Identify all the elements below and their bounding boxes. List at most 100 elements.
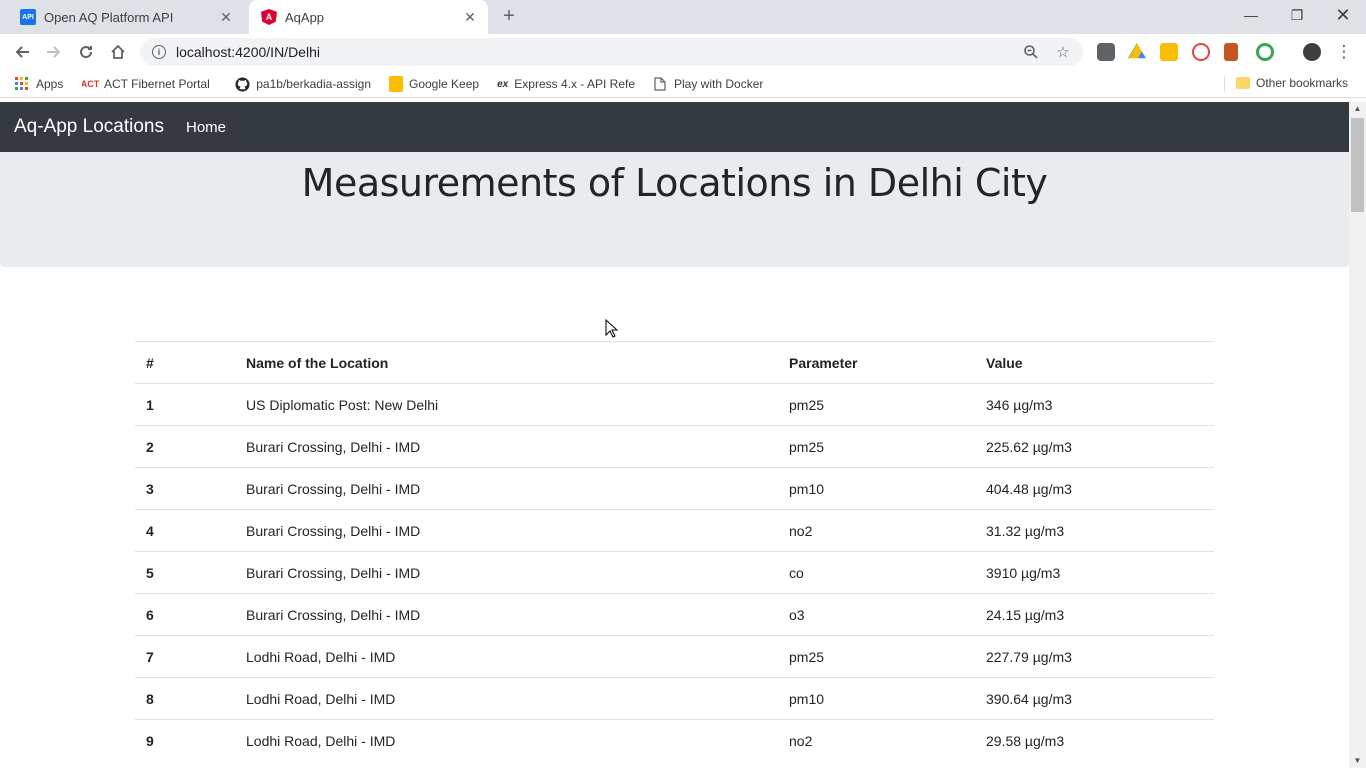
row-parameter: pm25: [778, 425, 975, 468]
tab-open-aq-api[interactable]: API Open AQ Platform API ✕: [8, 0, 244, 34]
measurements-table-wrapper: # Name of the Location Parameter Value 1…: [135, 341, 1214, 762]
table-row: 2 Burari Crossing, Delhi - IMD pm25 225.62 …: [135, 425, 1214, 468]
measurements-table: # Name of the Location Parameter Value 1…: [135, 341, 1214, 762]
row-value: 225.62 µg/m3: [975, 425, 1214, 468]
page-viewport: Aq-App Locations Home Measurements of Lo…: [0, 102, 1349, 768]
zoom-icon[interactable]: [1019, 40, 1043, 64]
app-navbar: Aq-App Locations Home: [0, 102, 1349, 152]
apps-grid-icon: [14, 76, 30, 92]
bookmark-github[interactable]: pa1b/berkadia-assign: [235, 76, 371, 92]
bookmark-label: Play with Docker: [674, 77, 764, 91]
tab-aqapp[interactable]: A AqApp ✕: [249, 0, 488, 34]
row-value: 29.58 µg/m3: [975, 719, 1214, 762]
home-icon[interactable]: [106, 40, 130, 64]
scroll-down-arrow-icon[interactable]: ▼: [1349, 754, 1366, 768]
row-location: Burari Crossing, Delhi - IMD: [235, 551, 778, 594]
row-parameter: no2: [778, 509, 975, 552]
bookmark-apps[interactable]: Apps: [14, 76, 63, 92]
row-index: 7: [135, 635, 235, 678]
row-index: 2: [135, 425, 235, 468]
new-tab-icon[interactable]: +: [498, 6, 520, 28]
row-location: US Diplomatic Post: New Delhi: [235, 383, 778, 426]
row-location: Burari Crossing, Delhi - IMD: [235, 509, 778, 552]
row-location: Burari Crossing, Delhi - IMD: [235, 467, 778, 510]
row-value: 31.32 µg/m3: [975, 509, 1214, 552]
bookmark-other[interactable]: Other bookmarks: [1236, 76, 1348, 90]
header-parameter: Parameter: [778, 341, 975, 384]
page-icon: [652, 76, 668, 92]
row-location: Lodhi Road, Delhi - IMD: [235, 677, 778, 720]
row-value: 24.15 µg/m3: [975, 593, 1214, 636]
express-icon: ex: [497, 78, 509, 90]
row-index: 9: [135, 719, 235, 762]
github-icon: [235, 76, 250, 92]
angular-favicon-icon: A: [261, 9, 277, 25]
extension-yellow-icon[interactable]: [1160, 43, 1178, 61]
row-parameter: co: [778, 551, 975, 594]
row-parameter: pm25: [778, 383, 975, 426]
browser-toolbar: i localhost:4200/IN/Delhi ☆ ⋮: [0, 34, 1366, 70]
row-location: Burari Crossing, Delhi - IMD: [235, 425, 778, 468]
row-location: Burari Crossing, Delhi - IMD: [235, 593, 778, 636]
row-index: 5: [135, 551, 235, 594]
bookmarks-divider: [1224, 76, 1225, 92]
bookmark-label: pa1b/berkadia-assign: [256, 77, 371, 91]
row-index: 8: [135, 677, 235, 720]
mouse-cursor-icon: [605, 319, 619, 338]
row-index: 3: [135, 467, 235, 510]
bookmark-label: Other bookmarks: [1256, 76, 1349, 90]
folder-icon: [1236, 77, 1250, 89]
extension-shield-icon[interactable]: [1097, 43, 1115, 61]
maximize-icon[interactable]: ❐: [1274, 0, 1320, 30]
navbar-brand[interactable]: Aq-App Locations: [14, 116, 164, 138]
bookmark-play-with-docker[interactable]: Play with Docker: [652, 76, 763, 92]
bookmark-google-keep[interactable]: Google Keep: [389, 76, 479, 92]
table-row: 9 Lodhi Road, Delhi - IMD no2 29.58 µg/m3: [135, 719, 1214, 762]
row-parameter: pm10: [778, 467, 975, 510]
row-index: 6: [135, 593, 235, 636]
tab-title: AqApp: [285, 9, 325, 25]
table-header-row: # Name of the Location Parameter Value: [135, 341, 1214, 384]
row-parameter: pm10: [778, 677, 975, 720]
close-tab-icon[interactable]: ✕: [460, 9, 480, 26]
bookmark-act-fibernet[interactable]: ACT ACT Fibernet Portal |: [82, 76, 214, 92]
row-location: Lodhi Road, Delhi - IMD: [235, 719, 778, 762]
forward-icon[interactable]: [42, 40, 66, 64]
table-row: 4 Burari Crossing, Delhi - IMD no2 31.32 µg…: [135, 509, 1214, 552]
bookmark-label: Google Keep: [409, 77, 480, 91]
page-title: Measurements of Locations in Delhi City: [301, 161, 1048, 205]
minimize-icon[interactable]: —: [1228, 0, 1274, 30]
site-info-icon[interactable]: i: [152, 45, 166, 59]
extension-blocker-icon[interactable]: [1192, 43, 1210, 61]
table-row: 3 Burari Crossing, Delhi - IMD pm10 404.48 …: [135, 467, 1214, 510]
extension-circle-icon[interactable]: [1256, 43, 1274, 61]
reload-icon[interactable]: [74, 40, 98, 64]
bookmark-express[interactable]: ex Express 4.x - API Refe: [497, 76, 635, 92]
scroll-thumb[interactable]: [1351, 118, 1364, 212]
page-scrollbar[interactable]: ▲ ▼: [1349, 102, 1366, 768]
bookmark-label: Express 4.x - API Refe: [514, 77, 635, 91]
close-tab-icon[interactable]: ✕: [216, 9, 236, 26]
scroll-up-arrow-icon[interactable]: ▲: [1349, 102, 1366, 116]
row-value: 390.64 µg/m3: [975, 677, 1214, 720]
header-value: Value: [975, 341, 1214, 384]
google-drive-icon[interactable]: [1128, 43, 1146, 59]
office-icon[interactable]: [1224, 43, 1238, 61]
nav-home-link[interactable]: Home: [186, 119, 226, 136]
bookmark-star-icon[interactable]: ☆: [1051, 40, 1075, 64]
row-value: 227.79 µg/m3: [975, 635, 1214, 678]
act-icon: ACT: [82, 79, 100, 89]
close-window-icon[interactable]: ✕: [1320, 0, 1366, 30]
profile-avatar[interactable]: [1303, 43, 1321, 61]
tab-strip: API Open AQ Platform API ✕ A AqApp ✕ + —…: [0, 0, 1366, 34]
row-parameter: pm25: [778, 635, 975, 678]
row-parameter: no2: [778, 719, 975, 762]
menu-kebab-icon[interactable]: ⋮: [1332, 40, 1356, 64]
table-row: 1 US Diplomatic Post: New Delhi pm25 346 µg…: [135, 383, 1214, 426]
url-text[interactable]: localhost:4200/IN/Delhi: [176, 44, 1019, 60]
back-icon[interactable]: [10, 40, 34, 64]
table-row: 6 Burari Crossing, Delhi - IMD o3 24.15 µg/…: [135, 593, 1214, 636]
bookmarks-bar: Apps ACT ACT Fibernet Portal | pa1b/berk…: [0, 70, 1366, 98]
address-bar[interactable]: i localhost:4200/IN/Delhi ☆: [140, 38, 1083, 66]
row-value: 346 µg/m3: [975, 383, 1214, 426]
